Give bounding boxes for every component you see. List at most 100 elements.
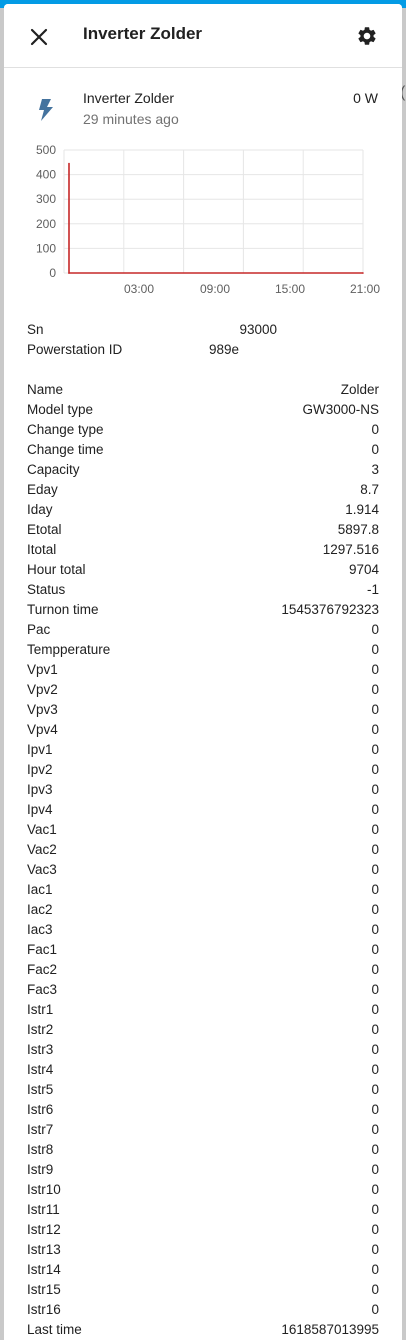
attribute-value: 0 [371, 862, 379, 877]
attribute-value: 3 [371, 462, 379, 477]
attribute-value: 0 [371, 802, 379, 817]
attribute-value: 0 [371, 942, 379, 957]
more-info-dialog: Inverter Zolder Inverter Zolder 29 minut… [4, 4, 402, 1340]
attribute-row: Eday 8.7 [27, 480, 379, 500]
entity-name: Inverter Zolder [83, 90, 175, 106]
attribute-row: Istr4 0 [27, 1060, 379, 1080]
attribute-row: Status -1 [27, 580, 379, 600]
attribute-value: 1297.516 [322, 542, 379, 557]
attribute-value: 0 [371, 1262, 379, 1277]
attribute-key: Istr5 [27, 1082, 54, 1097]
attribute-row: Powerstation ID 989е [27, 340, 379, 360]
attribute-row: Pac 0 [27, 620, 379, 640]
attribute-key: Last time [27, 1322, 82, 1337]
attribute-value: 0 [371, 882, 379, 897]
attribute-row: Istr11 0 [27, 1200, 379, 1220]
lightning-bolt-shape [39, 99, 53, 121]
history-chart[interactable]: 500 400 300 200 100 0 03:00 09:00 15:00 21:00 [26, 144, 382, 304]
attribute-key: Tempperature [27, 642, 111, 657]
attribute-value: 0 [371, 1302, 379, 1317]
attribute-row: Tempperature 0 [27, 640, 379, 660]
attribute-value: 0 [371, 962, 379, 977]
attribute-key: Capacity [27, 462, 80, 477]
close-button[interactable] [24, 22, 54, 52]
y-tick-label: 300 [36, 192, 56, 206]
attribute-value: 0 [371, 1002, 379, 1017]
attribute-key: Istr9 [27, 1162, 54, 1177]
attribute-row: Name Zolder [27, 380, 379, 400]
attribute-value: 0 [371, 442, 379, 457]
attribute-row: Ipv3 0 [27, 780, 379, 800]
attribute-key: Istr2 [27, 1022, 54, 1037]
attribute-key: Istr7 [27, 1122, 54, 1137]
attribute-value: 0 [371, 982, 379, 997]
y-tick-label: 100 [36, 241, 56, 255]
entity-row[interactable]: Inverter Zolder 29 minutes ago 0 W [4, 82, 402, 132]
attribute-row: Fac1 0 [27, 940, 379, 960]
attribute-key: Vpv4 [27, 722, 58, 737]
attribute-value: 0 [371, 742, 379, 757]
attribute-value: 0 [371, 662, 379, 677]
attribute-value: GW3000-NS [302, 402, 379, 417]
attribute-row: Istr14 0 [27, 1260, 379, 1280]
attribute-value: Zolder [340, 382, 379, 397]
attribute-value: 1545376792323 [281, 602, 379, 617]
attribute-key: Etotal [27, 522, 62, 537]
attribute-key: Iday [27, 502, 53, 517]
attribute-row: Istr9 0 [27, 1160, 379, 1180]
attribute-row: Sn 93000 [27, 320, 379, 340]
attribute-value: 0 [371, 702, 379, 717]
attribute-value: 0 [371, 682, 379, 697]
series-line [68, 163, 363, 274]
settings-button[interactable] [352, 21, 382, 51]
attribute-key: Hour total [27, 562, 86, 577]
attribute-value: 0 [371, 762, 379, 777]
lightning-bolt-icon [39, 99, 53, 121]
attribute-key: Powerstation ID [27, 342, 123, 357]
attribute-row: Istr2 0 [27, 1020, 379, 1040]
attribute-value: 0 [371, 642, 379, 657]
attribute-row: Istr7 0 [27, 1120, 379, 1140]
attribute-row: Change time 0 [27, 440, 379, 460]
attribute-key: Change type [27, 422, 104, 437]
attribute-row: Istr6 0 [27, 1100, 379, 1120]
attribute-value: 0 [371, 1242, 379, 1257]
data-point [68, 162, 70, 165]
attribute-row: Turnon time 1545376792323 [27, 600, 379, 620]
attribute-row: Istr13 0 [27, 1240, 379, 1260]
attribute-key: Vac3 [27, 862, 57, 877]
attribute-row: Istr5 0 [27, 1080, 379, 1100]
attribute-key: Iac3 [27, 922, 53, 937]
attribute-row: Ipv2 0 [27, 760, 379, 780]
attribute-row: Istr12 0 [27, 1220, 379, 1240]
attribute-key: Status [27, 582, 66, 597]
attribute-value: 0 [371, 1182, 379, 1197]
attribute-row: Istr1 0 [27, 1000, 379, 1020]
attribute-key: Iac1 [27, 882, 53, 897]
attribute-value: 0 [371, 922, 379, 937]
attribute-row: Vpv3 0 [27, 700, 379, 720]
dialog-title: Inverter Zolder [83, 24, 203, 43]
attribute-key: Vac2 [27, 842, 57, 857]
attribute-value: 0 [371, 722, 379, 737]
y-tick-label: 500 [36, 144, 56, 157]
attribute-key: Istr4 [27, 1062, 54, 1077]
attribute-value: 0 [371, 1282, 379, 1297]
attribute-value: 989е [208, 342, 239, 357]
attribute-value: 1618587013995 [281, 1322, 379, 1337]
attribute-row: Iac1 0 [27, 880, 379, 900]
attribute-key: Change time [27, 442, 104, 457]
attribute-value: 0 [371, 1142, 379, 1157]
attribute-key: Sn [27, 322, 44, 337]
attribute-row: Vac2 0 [27, 840, 379, 860]
attribute-key: Vpv2 [27, 682, 58, 697]
attribute-value: 0 [371, 1082, 379, 1097]
attribute-key: Itotal [27, 542, 57, 557]
data-point [68, 272, 70, 274]
attribute-key: Vpv1 [27, 662, 58, 677]
attribute-key: Vpv3 [27, 702, 58, 717]
attribute-row: Last time 1618587013995 [27, 1320, 379, 1340]
attribute-key: Fac1 [27, 942, 58, 957]
attribute-key: Vac1 [27, 822, 57, 837]
attribute-row: Istr8 0 [27, 1140, 379, 1160]
